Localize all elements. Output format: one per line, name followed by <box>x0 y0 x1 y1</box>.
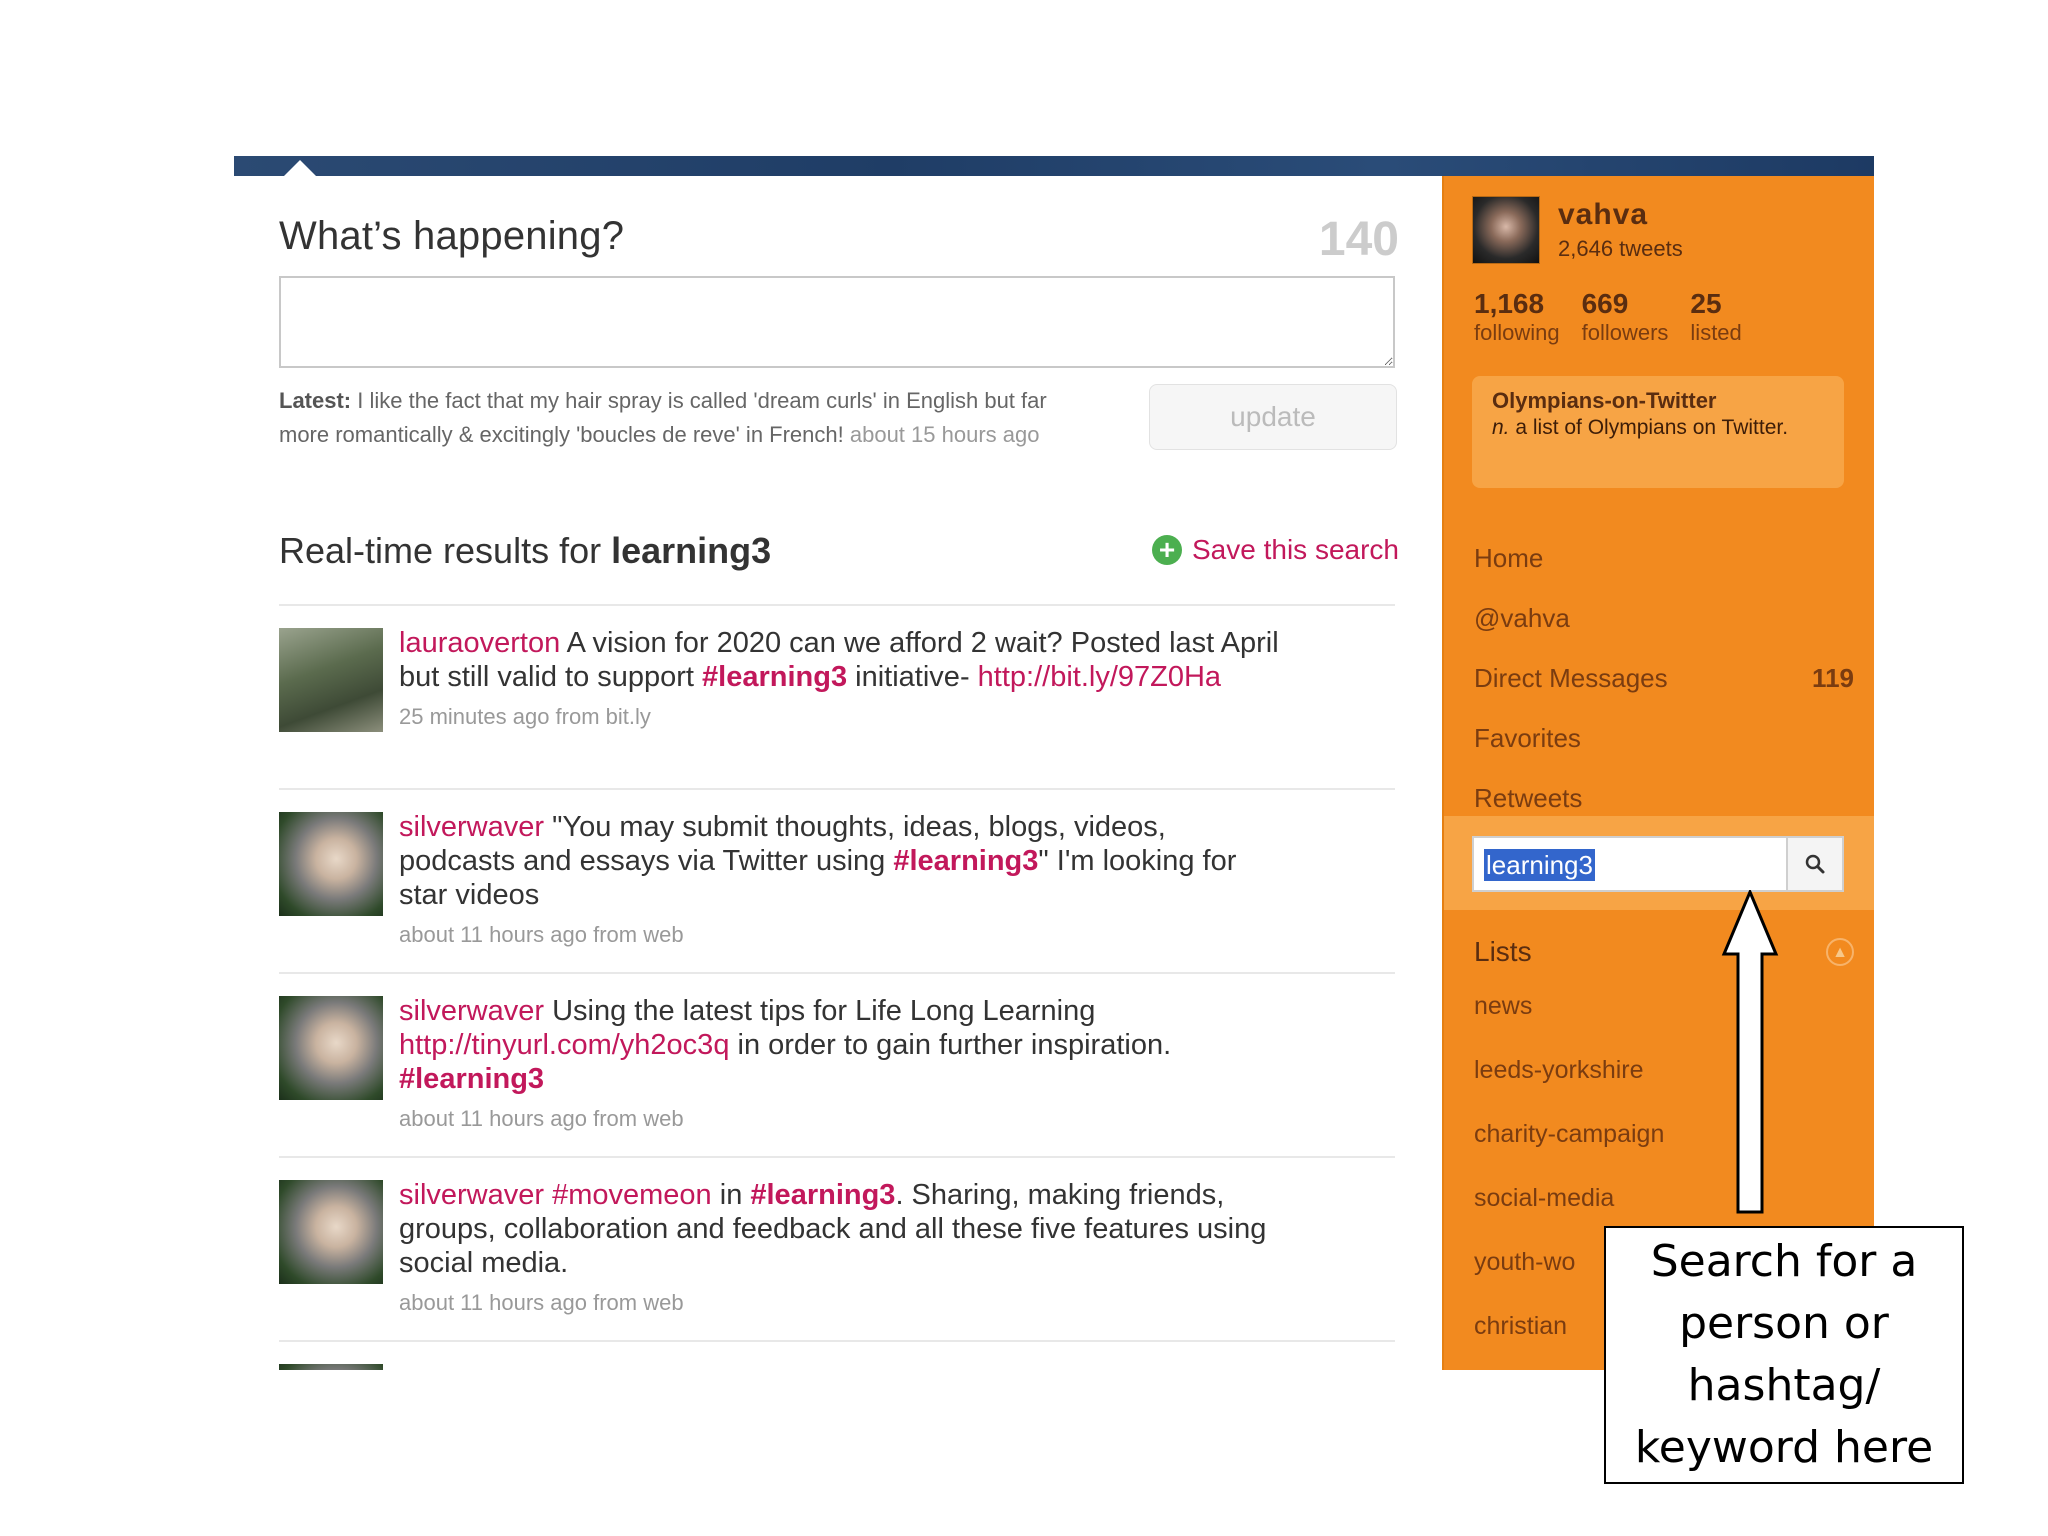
hashtag-link[interactable]: #movemeon <box>552 1179 712 1211</box>
results-heading-prefix: Real-time results for <box>279 530 612 571</box>
main-column: What’s happening? 140 Latest: I like the… <box>234 176 1442 1370</box>
result-body: in order to gain further inspiration. <box>729 1029 1172 1061</box>
result-username[interactable]: silverwaver <box>399 1179 544 1211</box>
following-count: 1,168 <box>1474 288 1545 319</box>
search-icon <box>1805 854 1825 874</box>
nav-direct-messages[interactable]: Direct Messages 119 <box>1474 648 1854 708</box>
result-text: silverwaver #movemeon in #learning3. Sha… <box>399 1178 1279 1320</box>
collapse-up-icon[interactable]: ▲ <box>1826 938 1854 966</box>
latest-time[interactable]: about 15 hours ago <box>844 422 1040 447</box>
result-item: silverwaver Using the latest tips for Li… <box>279 972 1395 1156</box>
plus-circle-icon: + <box>1152 535 1182 565</box>
hashtag-link[interactable]: #learning3 <box>702 661 847 693</box>
list-item[interactable]: charity-campaign <box>1474 1120 1854 1184</box>
nav-retweets-label: Retweets <box>1474 782 1583 813</box>
followers-stat[interactable]: 669 followers <box>1582 288 1669 346</box>
list-card-abbr: n. <box>1492 416 1510 439</box>
lists-header: Lists ▲ <box>1474 936 1854 968</box>
result-item-partial <box>279 1340 1395 1370</box>
nav-favorites-label: Favorites <box>1474 722 1581 753</box>
update-button[interactable]: update <box>1149 384 1397 450</box>
save-search-link[interactable]: + Save this search <box>1152 534 1399 566</box>
result-text: silverwaver Using the latest tips for Li… <box>399 994 1279 1136</box>
latest-label: Latest: <box>279 388 352 413</box>
nav-favorites[interactable]: Favorites <box>1474 708 1854 768</box>
avatar[interactable] <box>279 1364 383 1370</box>
results-query: learning3 <box>611 530 772 571</box>
profile-tweet-count[interactable]: 2,646 tweets <box>1558 236 1683 262</box>
result-username[interactable]: lauraoverton <box>399 627 560 659</box>
lists-title: Lists <box>1474 936 1532 967</box>
result-item: lauraoverton A vision for 2020 can we af… <box>279 604 1395 788</box>
avatar[interactable] <box>279 628 383 732</box>
latest-tweet: Latest: I like the fact that my hair spr… <box>279 384 1079 452</box>
list-card[interactable]: Olympians-on-Twitter n. a list of Olympi… <box>1472 376 1844 488</box>
nav-home-label: Home <box>1474 542 1544 573</box>
nav-home[interactable]: Home <box>1474 528 1854 588</box>
callout-box: Search for a person or hashtag/ keyword … <box>1604 1226 1964 1484</box>
nav-mentions-label: @vahva <box>1474 602 1570 633</box>
url-link[interactable]: http://tinyurl.com/yh2oc3q <box>399 1029 729 1061</box>
hashtag-link[interactable]: #learning3 <box>750 1179 895 1211</box>
nav-dm-label: Direct Messages <box>1474 662 1668 693</box>
avatar[interactable] <box>279 812 383 916</box>
result-item: silverwaver #movemeon in #learning3. Sha… <box>279 1156 1395 1340</box>
listed-stat[interactable]: 25 listed <box>1690 288 1741 346</box>
hashtag-link[interactable]: #learning3 <box>399 1063 544 1095</box>
result-username[interactable]: silverwaver <box>399 995 544 1027</box>
composer-title: What’s happening? <box>279 214 625 258</box>
list-item[interactable]: leeds-yorkshire <box>1474 1056 1854 1120</box>
nav-mentions[interactable]: @vahva <box>1474 588 1854 648</box>
hashtag-link[interactable]: #learning3 <box>893 845 1038 877</box>
avatar[interactable] <box>279 1180 383 1284</box>
result-body: initiative- <box>847 661 978 693</box>
profile-avatar[interactable] <box>1472 196 1540 264</box>
following-stat[interactable]: 1,168 following <box>1474 288 1560 346</box>
result-body: Using the latest tips for Life Long Lear… <box>544 995 1096 1027</box>
avatar[interactable] <box>279 996 383 1100</box>
search-button[interactable] <box>1786 836 1844 892</box>
up-arrow-annotation <box>1721 890 1779 1214</box>
list-card-desc: n. a list of Olympians on Twitter. <box>1492 414 1824 441</box>
result-item: silverwaver "You may submit thoughts, id… <box>279 788 1395 972</box>
sidebar: vahva 2,646 tweets 1,168 following 669 f… <box>1442 176 1874 1370</box>
result-username[interactable]: silverwaver <box>399 811 544 843</box>
search-input-selection: learning3 <box>1484 849 1595 881</box>
listed-label: listed <box>1690 320 1742 345</box>
listed-count: 25 <box>1690 288 1722 319</box>
sidebar-nav: Home @vahva Direct Messages 119 Favorites… <box>1474 528 1854 828</box>
save-search-label: Save this search <box>1192 534 1399 565</box>
results-heading: Real-time results for learning3 <box>279 530 771 572</box>
result-body: in <box>711 1179 751 1211</box>
result-meta: about 11 hours ago from web <box>399 1290 684 1315</box>
tweet-input[interactable] <box>279 276 1395 368</box>
list-card-desc-text: a list of Olympians on Twitter. <box>1509 416 1789 439</box>
list-item[interactable]: news <box>1474 992 1854 1056</box>
url-link[interactable]: http://bit.ly/97Z0Ha <box>978 661 1221 693</box>
dm-count-badge: 119 <box>1812 662 1854 693</box>
followers-count: 669 <box>1581 288 1629 319</box>
char-counter: 140 <box>1318 213 1399 266</box>
result-meta: about 11 hours ago from web <box>399 922 684 947</box>
sidebar-search: learning3 <box>1444 816 1874 910</box>
twitter-screenshot: What’s happening? 140 Latest: I like the… <box>234 156 1874 1370</box>
result-meta: 25 minutes ago from bit.ly <box>399 704 651 729</box>
followers-label: followers <box>1581 320 1669 345</box>
following-label: following <box>1474 320 1560 345</box>
result-text: silverwaver "You may submit thoughts, id… <box>399 810 1279 952</box>
results-list: lauraoverton A vision for 2020 can we af… <box>279 604 1395 1370</box>
top-header-bar <box>234 156 1874 176</box>
profile-name[interactable]: vahva <box>1558 198 1648 232</box>
profile-stats: 1,168 following 669 followers 25 listed <box>1474 288 1742 346</box>
list-card-title: Olympians-on-Twitter <box>1492 388 1717 413</box>
result-meta: about 11 hours ago from web <box>399 1106 684 1131</box>
result-text: lauraoverton A vision for 2020 can we af… <box>399 626 1279 734</box>
